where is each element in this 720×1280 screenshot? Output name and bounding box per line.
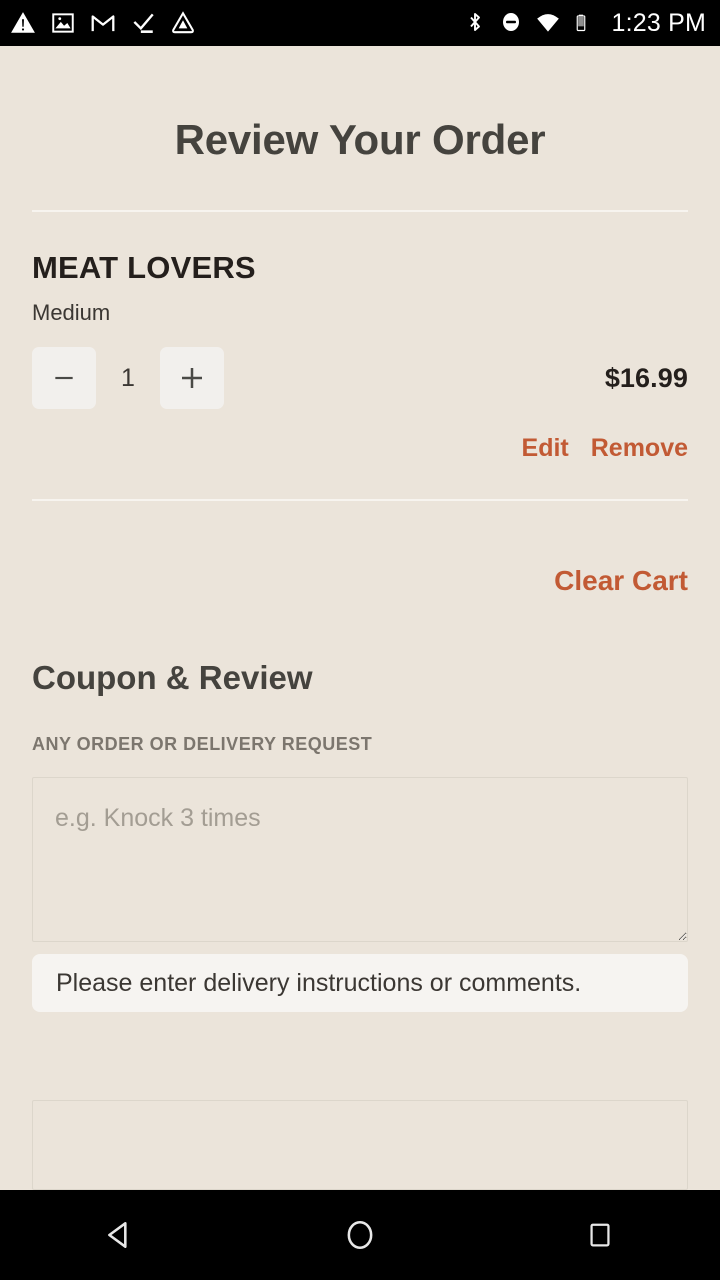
quantity-stepper: 1 xyxy=(32,347,224,409)
recents-square-icon xyxy=(585,1220,615,1250)
android-navigation-bar xyxy=(0,1190,720,1280)
back-triangle-icon xyxy=(103,1218,137,1252)
drive-triangle-icon xyxy=(170,10,196,36)
divider-bottom xyxy=(32,499,688,501)
back-button[interactable] xyxy=(60,1190,180,1280)
minus-icon xyxy=(51,365,77,391)
order-review-screen: Review Your Order MEAT LOVERS Medium 1 $… xyxy=(0,46,720,1190)
increment-quantity-button[interactable] xyxy=(160,347,224,409)
gmail-icon xyxy=(90,10,116,36)
cart-item-actions: Edit Remove xyxy=(32,436,688,461)
edit-item-link[interactable]: Edit xyxy=(522,436,569,461)
plus-icon xyxy=(177,363,207,393)
status-bar-left-icons xyxy=(10,10,463,36)
cart-item: MEAT LOVERS Medium 1 $16.99 Edit Remove xyxy=(0,212,720,461)
page-title: Review Your Order xyxy=(174,116,546,163)
clear-cart-row: Clear Cart xyxy=(0,567,720,595)
status-bar-clock: 1:23 PM xyxy=(611,8,706,37)
bluetooth-icon xyxy=(463,10,489,36)
clear-cart-button[interactable]: Clear Cart xyxy=(554,567,688,595)
do-not-disturb-icon xyxy=(499,10,525,36)
coupon-review-heading: Coupon & Review xyxy=(32,659,313,696)
status-bar: 1:23 PM xyxy=(0,0,720,46)
delivery-request-label: ANY ORDER OR DELIVERY REQUEST xyxy=(32,734,373,754)
remove-item-link[interactable]: Remove xyxy=(591,436,688,461)
home-circle-icon xyxy=(343,1218,377,1252)
wifi-icon xyxy=(535,10,561,36)
cart-item-price: $16.99 xyxy=(604,362,688,393)
status-bar-right-icons: 1:23 PM xyxy=(463,9,706,38)
coupon-review-section: Coupon & Review ANY ORDER OR DELIVERY RE… xyxy=(0,661,720,1190)
checkmark-icon xyxy=(130,10,156,36)
image-icon xyxy=(50,10,76,36)
coupon-code-input[interactable] xyxy=(32,1100,688,1190)
battery-icon xyxy=(571,10,597,36)
home-button[interactable] xyxy=(300,1190,420,1280)
warning-triangle-icon xyxy=(10,10,36,36)
cart-item-name: MEAT LOVERS xyxy=(32,250,256,285)
delivery-request-textarea[interactable] xyxy=(32,777,688,942)
recents-button[interactable] xyxy=(540,1190,660,1280)
delivery-request-helper-message: Please enter delivery instructions or co… xyxy=(32,954,688,1012)
decrement-quantity-button[interactable] xyxy=(32,347,96,409)
quantity-price-row: 1 $16.99 xyxy=(32,347,688,409)
quantity-value: 1 xyxy=(121,363,135,392)
cart-item-variant: Medium xyxy=(32,300,111,325)
